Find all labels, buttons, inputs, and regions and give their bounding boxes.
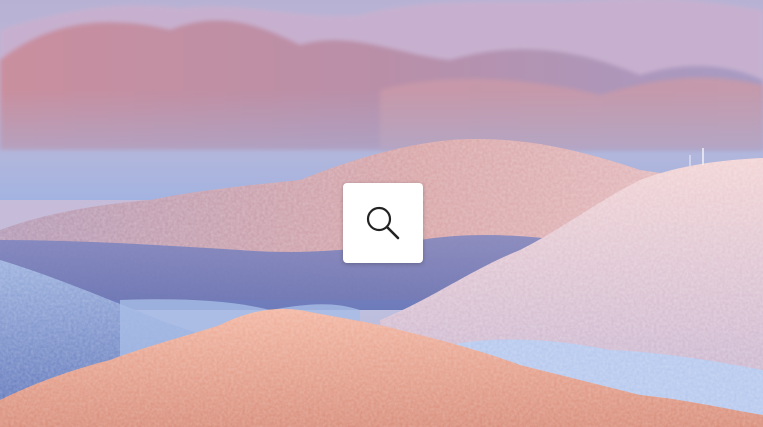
magnifier-icon: [366, 206, 400, 240]
zoom-button[interactable]: [343, 183, 423, 263]
image-viewer: [0, 0, 763, 427]
